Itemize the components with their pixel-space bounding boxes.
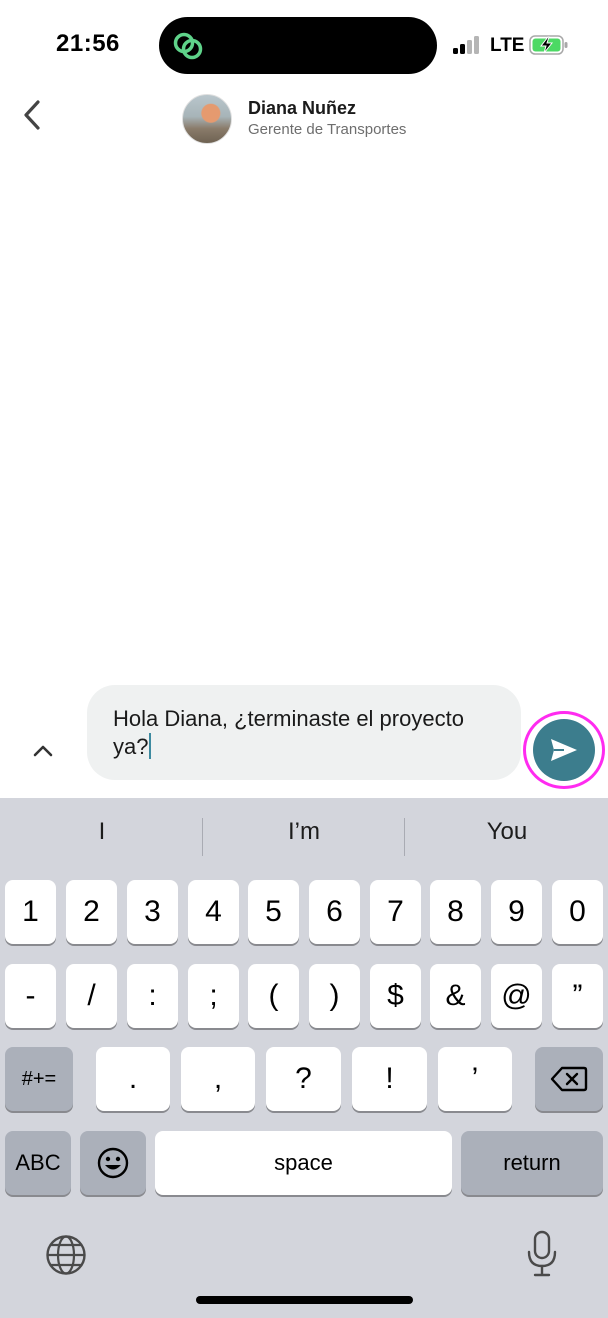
key-5[interactable]: 5 <box>248 880 299 944</box>
avatar[interactable] <box>182 94 232 144</box>
emoji-button[interactable] <box>80 1131 146 1195</box>
key-ampersand[interactable]: & <box>430 964 481 1028</box>
return-key[interactable]: return <box>461 1131 603 1195</box>
home-indicator <box>196 1296 413 1304</box>
space-key[interactable]: space <box>155 1131 452 1195</box>
key-period[interactable]: . <box>96 1047 170 1111</box>
status-time: 21:56 <box>56 30 120 57</box>
key-slash[interactable]: / <box>66 964 117 1028</box>
key-9[interactable]: 9 <box>491 880 542 944</box>
contact-role: Gerente de Transportes <box>248 121 407 138</box>
app-link-icon <box>173 32 203 60</box>
delete-button[interactable] <box>535 1047 603 1111</box>
keyboard: I I’m You 1 2 3 4 5 6 7 8 9 0 - / : ; ( … <box>0 798 608 1318</box>
globe-icon[interactable] <box>45 1234 87 1276</box>
key-semicolon[interactable]: ; <box>188 964 239 1028</box>
key-more-symbols[interactable]: #+= <box>5 1047 73 1111</box>
key-1[interactable]: 1 <box>5 880 56 944</box>
divider <box>404 818 405 856</box>
status-bar: 21:56 LTE <box>0 0 608 90</box>
key-exclamation[interactable]: ! <box>352 1047 427 1111</box>
back-chevron-icon[interactable] <box>16 98 50 132</box>
key-2[interactable]: 2 <box>66 880 117 944</box>
contact-name: Diana Nuñez <box>248 98 357 118</box>
key-colon[interactable]: : <box>127 964 178 1028</box>
key-open-paren[interactable]: ( <box>248 964 299 1028</box>
key-3[interactable]: 3 <box>127 880 178 944</box>
key-comma[interactable]: , <box>181 1047 255 1111</box>
network-type: LTE <box>490 35 525 56</box>
suggestion-2[interactable]: I’m <box>204 818 404 846</box>
battery-charging-icon <box>529 35 568 55</box>
key-dollar[interactable]: $ <box>370 964 421 1028</box>
key-0[interactable]: 0 <box>552 880 603 944</box>
message-input[interactable]: Hola Diana, ¿terminaste el proyecto ya? <box>87 685 521 780</box>
key-close-paren[interactable]: ) <box>309 964 360 1028</box>
message-text: Hola Diana, ¿terminaste el proyecto ya? <box>113 706 464 759</box>
chat-header: Diana Nuñez Gerente de Transportes <box>0 90 608 150</box>
key-question[interactable]: ? <box>266 1047 341 1111</box>
delete-icon <box>550 1066 588 1092</box>
key-hyphen[interactable]: - <box>5 964 56 1028</box>
message-composer: Hola Diana, ¿terminaste el proyecto ya? <box>0 684 608 798</box>
key-abc[interactable]: ABC <box>5 1131 71 1195</box>
key-6[interactable]: 6 <box>309 880 360 944</box>
key-7[interactable]: 7 <box>370 880 421 944</box>
key-quote[interactable]: ” <box>552 964 603 1028</box>
expand-chevron-icon[interactable] <box>28 736 58 766</box>
signal-icon <box>453 36 483 54</box>
suggestion-bar: I I’m You <box>0 798 608 878</box>
send-button[interactable] <box>533 719 595 781</box>
key-8[interactable]: 8 <box>430 880 481 944</box>
suggestion-3[interactable]: You <box>407 818 607 846</box>
key-4[interactable]: 4 <box>188 880 239 944</box>
suggestion-1[interactable]: I <box>2 818 202 846</box>
text-caret <box>149 733 152 759</box>
divider <box>202 818 203 856</box>
key-at[interactable]: @ <box>491 964 542 1028</box>
dynamic-island <box>159 17 437 74</box>
mic-icon[interactable] <box>526 1230 558 1278</box>
emoji-icon <box>97 1147 129 1179</box>
send-icon <box>551 739 577 761</box>
key-apostrophe[interactable]: ’ <box>438 1047 512 1111</box>
